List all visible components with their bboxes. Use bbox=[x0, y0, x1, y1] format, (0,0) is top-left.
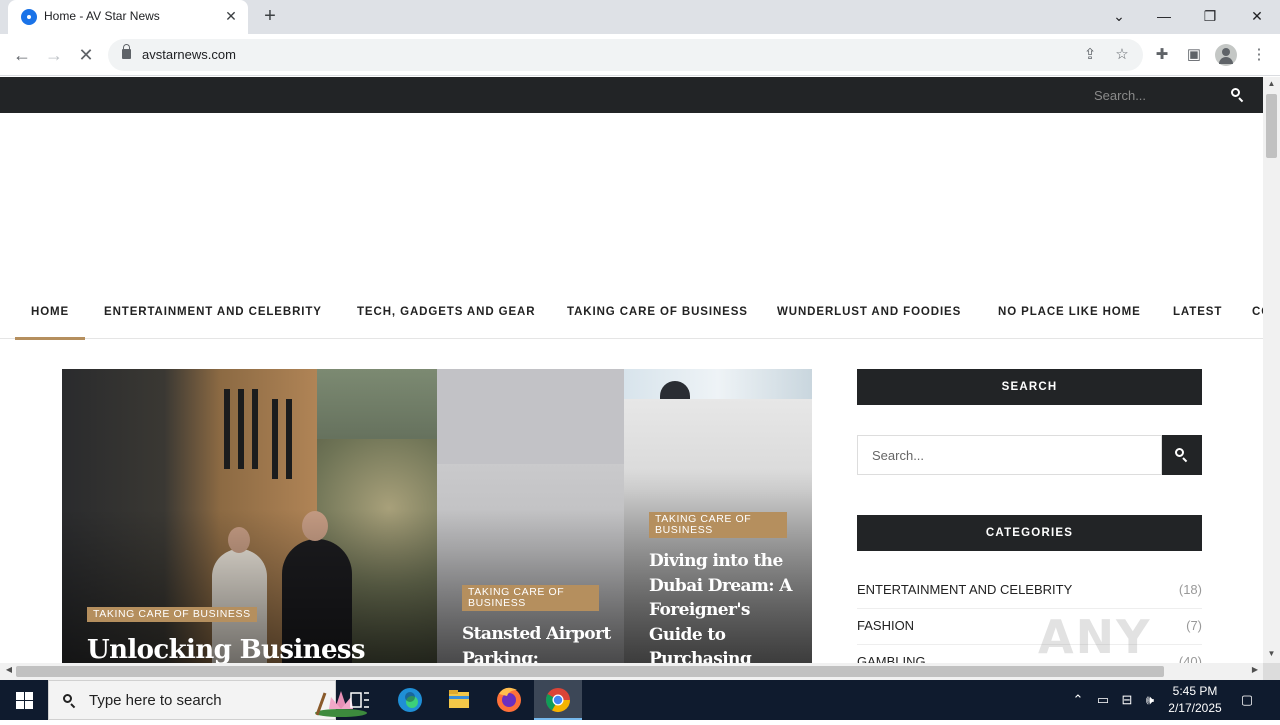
nav-item-home-living[interactable]: NO PLACE LIKE HOME bbox=[998, 289, 1141, 339]
taskbar-search-placeholder: Type here to search bbox=[89, 692, 222, 709]
categories-widget-heading: CATEGORIES bbox=[857, 515, 1202, 551]
main-navigation: HOME ENTERTAINMENT AND CELEBRITY TECH, G… bbox=[0, 289, 1263, 340]
profile-avatar-icon[interactable] bbox=[1215, 44, 1237, 66]
share-icon[interactable]: ⇪ bbox=[1081, 46, 1099, 64]
new-tab-button[interactable]: + bbox=[258, 5, 282, 29]
bookmark-star-icon[interactable]: ☆ bbox=[1113, 46, 1131, 64]
lock-icon[interactable] bbox=[122, 44, 131, 59]
side-panel-icon[interactable]: ▣ bbox=[1184, 45, 1204, 65]
nav-item-entertainment[interactable]: ENTERTAINMENT AND CELEBRITY bbox=[104, 289, 322, 339]
scrollbar-thumb[interactable] bbox=[1266, 94, 1277, 158]
minimize-button[interactable]: — bbox=[1150, 4, 1178, 28]
notifications-icon[interactable]: ▢ bbox=[1239, 692, 1255, 708]
device-icon[interactable]: ▭ bbox=[1095, 692, 1111, 708]
clock-time[interactable]: 5:45 PM bbox=[1168, 684, 1222, 698]
tab-search-dropdown-icon[interactable]: ⌄ bbox=[1105, 4, 1133, 28]
search-icon bbox=[63, 694, 76, 707]
vertical-scrollbar[interactable]: ▲ ▼ bbox=[1263, 77, 1280, 663]
category-item[interactable]: ENTERTAINMENT AND CELEBRITY (18) bbox=[857, 573, 1202, 609]
edge-browser-icon[interactable] bbox=[386, 680, 434, 720]
network-icon[interactable]: ⊟ bbox=[1119, 692, 1135, 708]
file-explorer-icon[interactable] bbox=[435, 680, 483, 720]
start-button[interactable] bbox=[0, 680, 48, 720]
firefox-icon[interactable] bbox=[485, 680, 533, 720]
tab-title: Home - AV Star News bbox=[44, 9, 160, 23]
url-text[interactable]: avstarnews.com bbox=[142, 47, 236, 62]
scroll-left-icon[interactable]: ◀ bbox=[2, 665, 16, 678]
horizontal-scrollbar[interactable]: ◀ ▶ bbox=[0, 663, 1263, 680]
tab-strip: Home - AV Star News ✕ + ⌄ — ❐ ✕ bbox=[0, 0, 1280, 34]
stop-loading-icon[interactable]: ✕ bbox=[74, 43, 98, 67]
task-view-icon[interactable] bbox=[336, 680, 384, 720]
address-bar[interactable]: avstarnews.com ⇪ ☆ bbox=[108, 39, 1143, 71]
site-top-bar bbox=[0, 77, 1263, 113]
forward-arrow-icon[interactable]: → bbox=[42, 43, 66, 67]
back-arrow-icon[interactable]: ← bbox=[10, 43, 34, 67]
nav-item-more[interactable]: CO bbox=[1252, 289, 1263, 339]
volume-icon[interactable]: 🕪 bbox=[1142, 692, 1158, 708]
show-hidden-icons-icon[interactable]: ⌃ bbox=[1070, 692, 1086, 708]
nav-item-business[interactable]: TAKING CARE OF BUSINESS bbox=[567, 289, 748, 339]
browser-menu-icon[interactable]: ⋮ bbox=[1249, 45, 1269, 65]
nav-item-home[interactable]: HOME bbox=[14, 289, 86, 340]
search-widget-heading: SEARCH bbox=[857, 369, 1202, 405]
top-search-input[interactable] bbox=[1082, 84, 1222, 106]
nav-item-latest[interactable]: LATEST bbox=[1173, 289, 1222, 339]
nav-item-wunderlust[interactable]: WUNDERLUST AND FOODIES bbox=[777, 289, 961, 339]
site-favicon-icon bbox=[21, 9, 37, 25]
browser-toolbar: ← → ✕ avstarnews.com ⇪ ☆ ✚ ▣ ⋮ bbox=[0, 34, 1280, 76]
nav-item-tech[interactable]: TECH, GADGETS AND GEAR bbox=[357, 289, 535, 339]
page-viewport: HOME ENTERTAINMENT AND CELEBRITY TECH, G… bbox=[0, 77, 1263, 663]
featured-post-airport[interactable]: TAKING CARE OF BUSINESS Stansted Airport… bbox=[437, 369, 624, 663]
extensions-puzzle-icon[interactable]: ✚ bbox=[1152, 45, 1172, 65]
post-category-tag[interactable]: TAKING CARE OF BUSINESS bbox=[649, 512, 787, 538]
post-title[interactable]: Unlocking Business bbox=[87, 633, 366, 663]
taskbar-search-box[interactable]: Type here to search bbox=[48, 680, 367, 720]
sidebar-search-input[interactable] bbox=[857, 435, 1162, 475]
post-title[interactable]: Stansted Airport Parking: bbox=[462, 622, 611, 663]
featured-post-large[interactable]: TAKING CARE OF BUSINESS Unlocking Busine… bbox=[62, 369, 437, 663]
scrollbar-thumb[interactable] bbox=[16, 666, 1164, 677]
featured-post-dubai[interactable]: TAKING CARE OF BUSINESS Diving into the … bbox=[624, 369, 812, 663]
scroll-right-icon[interactable]: ▶ bbox=[1248, 665, 1262, 678]
browser-tab[interactable]: Home - AV Star News ✕ bbox=[8, 0, 248, 34]
scroll-up-icon[interactable]: ▲ bbox=[1263, 79, 1280, 93]
close-window-button[interactable]: ✕ bbox=[1243, 4, 1271, 28]
sidebar-search-button[interactable] bbox=[1162, 435, 1202, 475]
post-title[interactable]: Diving into the Dubai Dream: A Foreigner… bbox=[649, 549, 792, 663]
post-category-tag[interactable]: TAKING CARE OF BUSINESS bbox=[87, 607, 257, 622]
scroll-down-icon[interactable]: ▼ bbox=[1263, 649, 1280, 663]
close-tab-icon[interactable]: ✕ bbox=[222, 7, 240, 25]
featured-posts-grid: TAKING CARE OF BUSINESS Unlocking Busine… bbox=[62, 369, 812, 663]
clock-date[interactable]: 2/17/2025 bbox=[1164, 701, 1226, 715]
search-icon[interactable] bbox=[1231, 88, 1244, 101]
chrome-icon[interactable] bbox=[534, 680, 582, 720]
post-category-tag[interactable]: TAKING CARE OF BUSINESS bbox=[462, 585, 599, 611]
search-icon bbox=[1175, 448, 1188, 461]
restore-button[interactable]: ❐ bbox=[1196, 4, 1224, 28]
windows-taskbar: Type here to search ⌃ ▭ ⊟ 🕪 5:45 PM 2/17… bbox=[0, 680, 1280, 720]
windows-logo-icon bbox=[16, 692, 24, 700]
